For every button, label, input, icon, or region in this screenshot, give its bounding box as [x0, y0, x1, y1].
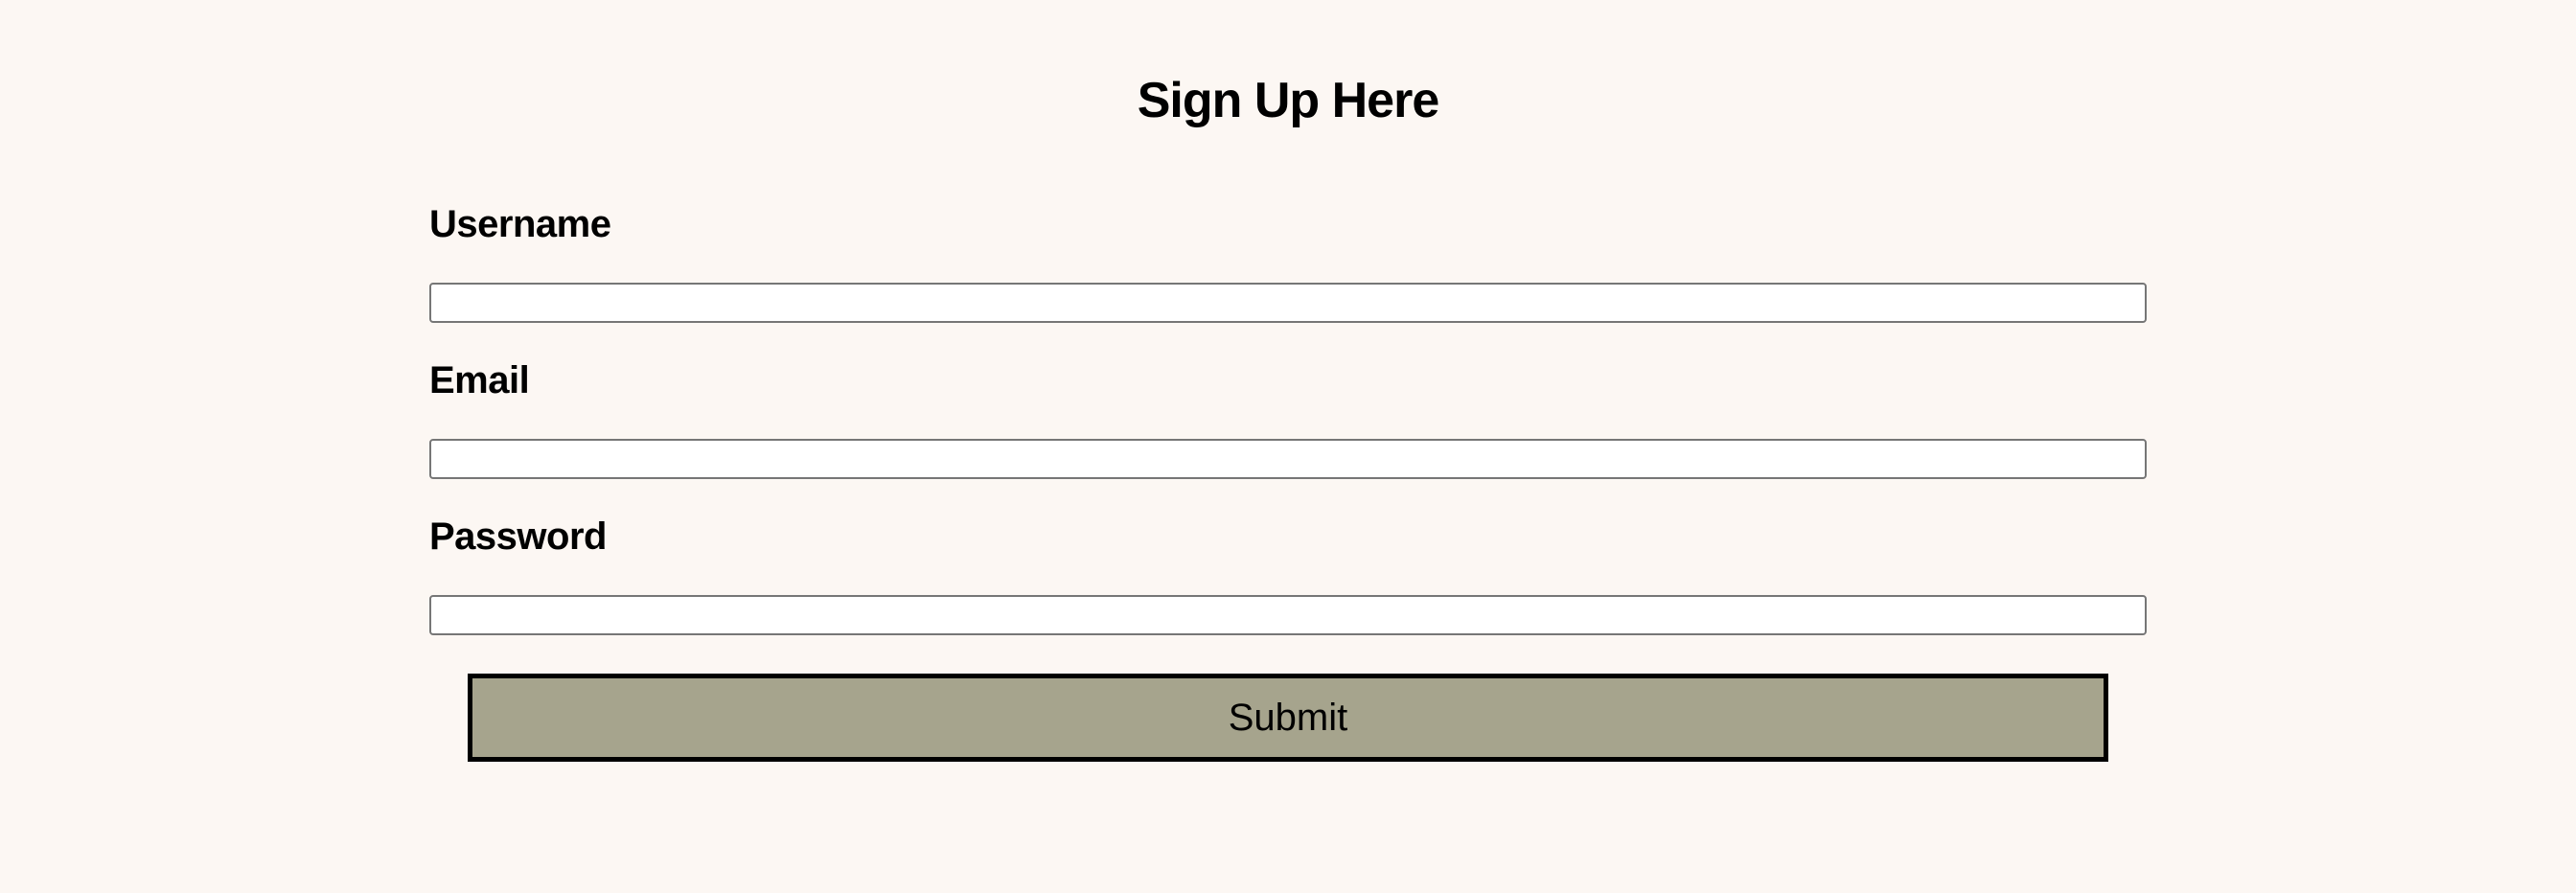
page-title: Sign Up Here — [1137, 73, 1440, 128]
password-label: Password — [429, 515, 607, 558]
username-field[interactable] — [429, 283, 2147, 323]
email-field[interactable] — [429, 439, 2147, 479]
password-field[interactable] — [429, 595, 2147, 635]
email-label: Email — [429, 359, 530, 401]
submit-button[interactable]: Submit — [468, 674, 2108, 762]
username-label: Username — [429, 203, 611, 245]
